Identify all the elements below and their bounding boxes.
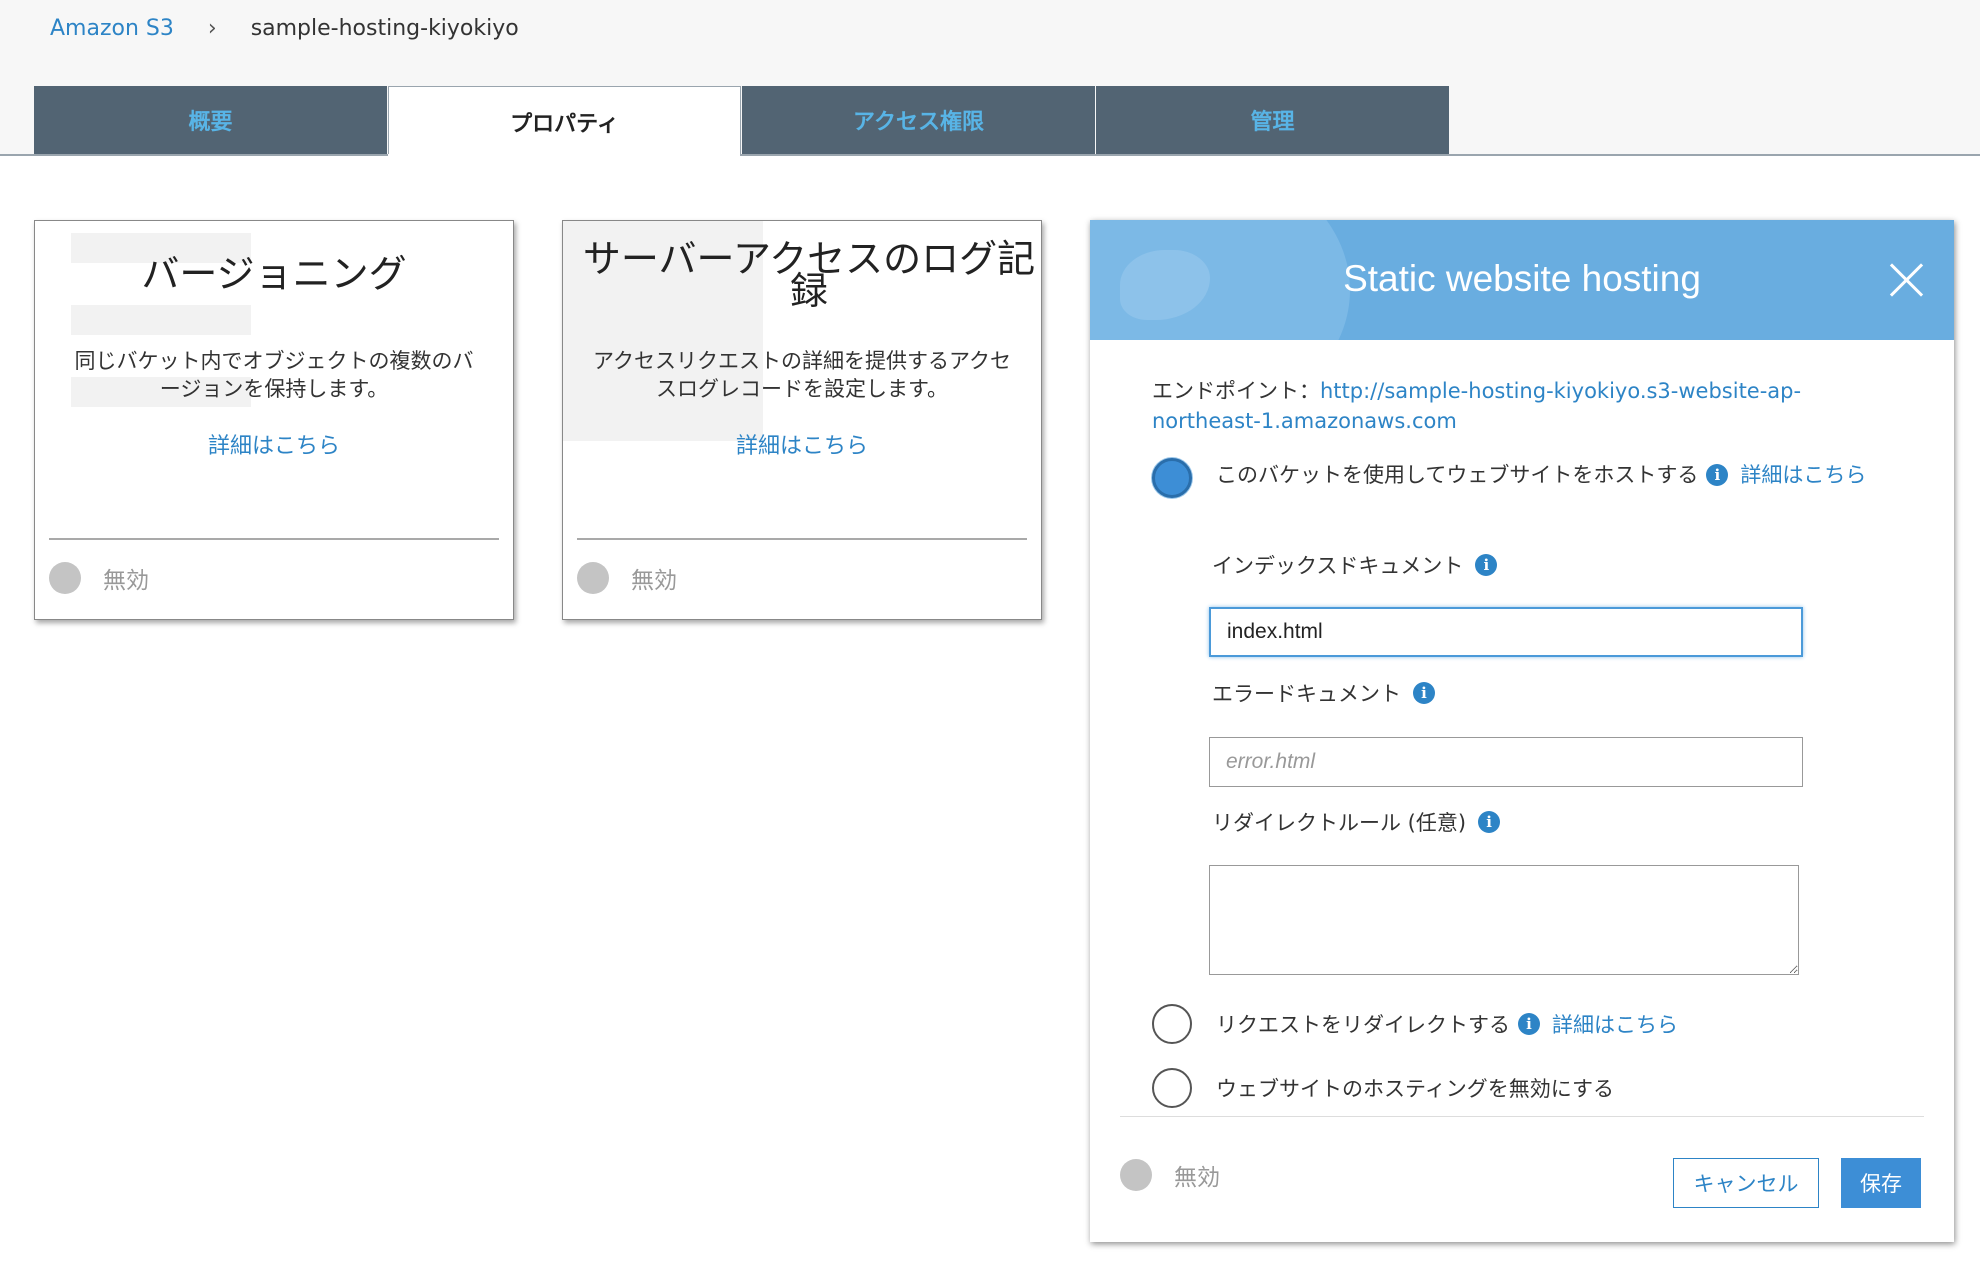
status-dot-icon xyxy=(577,562,609,594)
error-document-input[interactable] xyxy=(1209,737,1803,787)
card-description: 同じバケット内でオブジェクトの複数のバージョンを保持します。 xyxy=(74,349,474,401)
index-document-label: インデックスドキュメント i xyxy=(1212,550,1498,580)
disable-hosting-radio[interactable] xyxy=(1152,1068,1192,1108)
cancel-button[interactable]: キャンセル xyxy=(1673,1158,1819,1208)
disable-hosting-label: ウェブサイトのホスティングを無効にする xyxy=(1216,1077,1614,1101)
host-website-option[interactable]: このバケットを使用してウェブサイトをホストする i 詳細はこちら xyxy=(1216,460,1916,490)
redirect-rules-textarea[interactable] xyxy=(1209,865,1799,975)
chevron-right-icon: › xyxy=(207,15,217,41)
status-text: 無効 xyxy=(103,568,149,594)
status-dot-icon xyxy=(49,562,81,594)
learn-more-link[interactable]: 詳細はこちら xyxy=(1552,1009,1678,1039)
tab-overview[interactable]: 概要 xyxy=(34,86,387,154)
card-status: 無効 xyxy=(49,561,149,595)
info-icon[interactable]: i xyxy=(1413,682,1435,704)
status-text: 無効 xyxy=(1174,1165,1220,1191)
static-website-hosting-panel: Static website hosting エンドポイント：http://sa… xyxy=(1090,220,1954,1242)
panel-header: Static website hosting xyxy=(1090,220,1954,340)
learn-more-link[interactable]: 詳細はこちら xyxy=(35,428,513,460)
save-button[interactable]: 保存 xyxy=(1841,1158,1921,1208)
info-icon[interactable]: i xyxy=(1518,1013,1540,1035)
tab-permissions[interactable]: アクセス権限 xyxy=(742,86,1095,154)
index-document-text: インデックスドキュメント xyxy=(1212,554,1464,578)
breadcrumb: Amazon S3 › sample-hosting-kiyokiyo xyxy=(50,12,519,44)
disable-hosting-option[interactable]: ウェブサイトのホスティングを無効にする xyxy=(1216,1068,1614,1108)
versioning-card[interactable]: バージョニング 同じバケット内でオブジェクトの複数のバージョンを保持します。 詳… xyxy=(34,220,514,620)
tab-management[interactable]: 管理 xyxy=(1096,86,1449,154)
panel-divider xyxy=(1120,1116,1924,1117)
learn-more-link[interactable]: 詳細はこちら xyxy=(1740,460,1866,490)
redirect-requests-label: リクエストをリダイレクトする xyxy=(1216,1013,1510,1037)
card-status: 無効 xyxy=(577,561,677,595)
host-website-label: このバケットを使用してウェブサイトをホストする xyxy=(1216,463,1699,487)
card-background-shape xyxy=(71,305,251,335)
error-document-text: エラードキュメント xyxy=(1212,682,1401,706)
active-tab-gap xyxy=(388,154,736,157)
breadcrumb-root-link[interactable]: Amazon S3 xyxy=(50,16,174,41)
card-title: バージョニング xyxy=(141,252,407,296)
redirect-requests-radio[interactable] xyxy=(1152,1004,1192,1044)
close-icon[interactable] xyxy=(1888,262,1924,298)
card-divider xyxy=(577,538,1027,540)
redirect-rules-label: リダイレクトルール (任意) i xyxy=(1212,807,1501,837)
tab-bar: 概要 プロパティ アクセス権限 管理 xyxy=(34,86,1450,156)
endpoint-label: エンドポイント： xyxy=(1152,379,1320,403)
status-text: 無効 xyxy=(631,568,677,594)
status-dot-icon xyxy=(1120,1159,1152,1191)
redirect-requests-option[interactable]: リクエストをリダイレクトする i 詳細はこちら xyxy=(1216,1004,1678,1044)
card-divider xyxy=(49,538,499,540)
error-document-label: エラードキュメント i xyxy=(1212,678,1435,708)
card-title: サーバーアクセスのログ記録 xyxy=(582,237,1036,313)
card-description: アクセスリクエストの詳細を提供するアクセスログレコードを設定します。 xyxy=(593,349,1011,401)
breadcrumb-current: sample-hosting-kiyokiyo xyxy=(250,15,519,41)
info-icon[interactable]: i xyxy=(1478,811,1501,833)
tab-properties[interactable]: プロパティ xyxy=(388,86,741,156)
info-icon[interactable]: i xyxy=(1475,554,1498,576)
redirect-rules-text: リダイレクトルール (任意) xyxy=(1212,811,1467,835)
panel-status: 無効 xyxy=(1120,1158,1220,1192)
info-icon[interactable]: i xyxy=(1706,464,1729,486)
server-access-logging-card[interactable]: サーバーアクセスのログ記録 アクセスリクエストの詳細を提供するアクセスログレコー… xyxy=(562,220,1042,620)
learn-more-link[interactable]: 詳細はこちら xyxy=(563,428,1041,460)
index-document-input[interactable] xyxy=(1209,607,1803,657)
host-website-radio[interactable] xyxy=(1152,458,1192,498)
panel-title: Static website hosting xyxy=(1343,258,1701,299)
endpoint: エンドポイント：http://sample-hosting-kiyokiyo.s… xyxy=(1152,376,1852,436)
